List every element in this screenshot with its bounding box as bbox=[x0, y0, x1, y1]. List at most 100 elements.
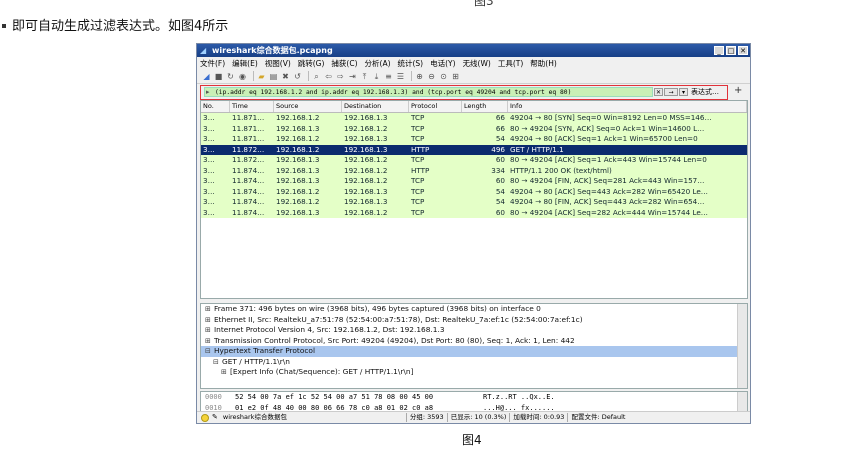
details-scrollbar[interactable] bbox=[737, 304, 747, 388]
packet-row[interactable]: 3… 11.874… 192.168.1.2 192.168.1.3 TCP 54 4920… bbox=[201, 197, 747, 208]
column-time[interactable]: Time bbox=[230, 101, 274, 112]
cell-source: 192.168.1.3 bbox=[276, 165, 320, 175]
filter-history-dropdown[interactable]: ▾ bbox=[679, 88, 688, 96]
hex-ascii[interactable]: @)....GE T / HTTP bbox=[483, 424, 683, 425]
column-length[interactable]: Length bbox=[462, 101, 508, 112]
capture-options-icon[interactable]: ◉ bbox=[238, 72, 247, 81]
packet-row[interactable]: 3… 11.874… 192.168.1.3 192.168.1.2 TCP 60 80 →… bbox=[201, 176, 747, 187]
menu-edit[interactable]: 编辑(E) bbox=[232, 58, 258, 69]
apply-filter-button[interactable]: → bbox=[664, 88, 678, 96]
expert-info-icon[interactable] bbox=[201, 413, 209, 422]
cell-no: 3… bbox=[203, 123, 215, 133]
packet-row[interactable]: 3… 11.874… 192.168.1.2 192.168.1.3 TCP 54 4920… bbox=[201, 186, 747, 197]
menu-help[interactable]: 帮助(H) bbox=[530, 58, 557, 69]
expand-toggle-icon[interactable]: ⊞ bbox=[205, 315, 212, 326]
find-packet-icon[interactable]: ⌕ bbox=[312, 72, 321, 81]
hex-bytes[interactable]: 52 54 00 7a ef 1c 52 54 00 a7 51 78 08 0… bbox=[235, 392, 483, 403]
hex-bytes[interactable]: 40 29 f3 94 00 00 47 45 54 20 2f 20 48 5… bbox=[235, 424, 483, 425]
resize-columns-icon[interactable]: ⊞ bbox=[451, 72, 460, 81]
cell-protocol: TCP bbox=[411, 134, 425, 143]
packet-row[interactable]: 3… 11.872… 192.168.1.2 192.168.1.3 HTTP 496 GE… bbox=[201, 144, 747, 155]
cell-no: 3… bbox=[203, 144, 215, 154]
cell-destination: 192.168.1.3 bbox=[344, 186, 388, 196]
bookmark-icon[interactable]: ▸ bbox=[206, 88, 210, 96]
cell-protocol: TCP bbox=[411, 123, 425, 133]
hex-offset[interactable]: 0000 bbox=[201, 392, 235, 403]
column-info[interactable]: Info bbox=[508, 101, 747, 112]
go-back-icon[interactable]: ⇦ bbox=[324, 72, 333, 81]
hex-ascii[interactable]: RT.z..RT ..Qx..E. bbox=[483, 392, 683, 403]
expand-toggle-icon[interactable]: ⊞ bbox=[221, 367, 228, 378]
cell-length: 334 bbox=[491, 165, 505, 175]
detail-row[interactable]: ⊞ Ethernet II, Src: RealtekU_a7:51:78 (52… bbox=[201, 315, 747, 326]
expand-toggle-icon[interactable]: ⊟ bbox=[213, 357, 220, 368]
menu-telephony[interactable]: 电话(Y) bbox=[430, 58, 455, 69]
zoom-out-icon[interactable]: ⊖ bbox=[427, 72, 436, 81]
menu-capture[interactable]: 捕获(C) bbox=[331, 58, 357, 69]
autoscroll-icon[interactable]: ≡ bbox=[384, 72, 393, 81]
cell-destination: 192.168.1.2 bbox=[344, 207, 388, 217]
status-profile[interactable]: 配置文件: Default bbox=[571, 412, 625, 423]
normal-size-icon[interactable]: ⊙ bbox=[439, 72, 448, 81]
menu-tools[interactable]: 工具(T) bbox=[498, 58, 523, 69]
status-load-time: 加载时间: 0:0.93 bbox=[513, 413, 565, 421]
maximize-button[interactable]: □ bbox=[726, 46, 736, 55]
display-filter-input[interactable]: (ip.addr eq 192.168.1.2 and ip.addr eq 1… bbox=[204, 87, 653, 97]
expand-toggle-icon[interactable]: ⊞ bbox=[205, 304, 212, 315]
status-file: wireshark综合数据包 bbox=[222, 413, 287, 421]
menu-go[interactable]: 跳转(G) bbox=[298, 58, 325, 69]
menu-view[interactable]: 视图(V) bbox=[265, 58, 291, 69]
packet-row[interactable]: 3… 11.874… 192.168.1.3 192.168.1.2 TCP 60 80 →… bbox=[201, 207, 747, 218]
packet-row[interactable]: 3… 11.871… 192.168.1.3 192.168.1.2 TCP 66 80 →… bbox=[201, 123, 747, 134]
cell-length: 60 bbox=[495, 207, 505, 217]
edit-comment-icon[interactable]: ✎ bbox=[212, 412, 218, 423]
detail-row[interactable]: ⊟ Hypertext Transfer Protocol bbox=[201, 346, 747, 357]
menu-statistics[interactable]: 统计(S) bbox=[398, 58, 424, 69]
column-protocol[interactable]: Protocol bbox=[409, 101, 462, 112]
stop-capture-icon[interactable]: ■ bbox=[214, 72, 223, 81]
zoom-in-icon[interactable]: ⊕ bbox=[415, 72, 424, 81]
cell-length: 60 bbox=[495, 155, 505, 164]
expression-button[interactable]: 表达式… bbox=[691, 88, 719, 96]
expand-toggle-icon[interactable]: ⊞ bbox=[205, 325, 212, 336]
column-source[interactable]: Source bbox=[274, 101, 342, 112]
packet-row[interactable]: 3… 11.874… 192.168.1.3 192.168.1.2 HTTP 334 HT… bbox=[201, 165, 747, 176]
add-filter-button[interactable]: + bbox=[734, 85, 742, 96]
go-to-packet-icon[interactable]: ⇥ bbox=[348, 72, 357, 81]
open-file-icon[interactable]: ▰ bbox=[257, 72, 266, 81]
detail-row[interactable]: ⊞ Internet Protocol Version 4, Src: 192.1… bbox=[201, 325, 747, 336]
colorize-icon[interactable]: ☰ bbox=[396, 72, 405, 81]
packet-list-header: No. Time Source Destination Protocol Len… bbox=[201, 101, 747, 113]
restart-capture-icon[interactable]: ↻ bbox=[226, 72, 235, 81]
detail-row[interactable]: ⊞ Transmission Control Protocol, Src Port… bbox=[201, 336, 747, 347]
cell-destination: 192.168.1.2 bbox=[344, 176, 388, 185]
first-packet-icon[interactable]: ⤒ bbox=[360, 72, 369, 81]
menu-analyze[interactable]: 分析(A) bbox=[365, 58, 391, 69]
column-destination[interactable]: Destination bbox=[342, 101, 409, 112]
column-no[interactable]: No. bbox=[201, 101, 230, 112]
save-file-icon[interactable]: ▤ bbox=[269, 72, 278, 81]
expand-toggle-icon[interactable]: ⊞ bbox=[205, 336, 212, 347]
detail-row[interactable]: ⊞ Frame 371: 496 bytes on wire (3968 bits… bbox=[201, 304, 747, 315]
cell-destination: 192.168.1.2 bbox=[344, 165, 388, 175]
packet-row[interactable]: 3… 11.871… 192.168.1.2 192.168.1.3 TCP 54 4920… bbox=[201, 134, 747, 145]
last-packet-icon[interactable]: ⤓ bbox=[372, 72, 381, 81]
packet-details: ⊞ Frame 371: 496 bytes on wire (3968 bits… bbox=[200, 303, 748, 389]
packet-row[interactable]: 3… 11.872… 192.168.1.3 192.168.1.2 TCP 60 80 →… bbox=[201, 155, 747, 166]
go-forward-icon[interactable]: ⇨ bbox=[336, 72, 345, 81]
minimize-button[interactable]: _ bbox=[714, 46, 724, 55]
cell-source: 192.168.1.3 bbox=[276, 155, 320, 164]
expand-toggle-icon[interactable]: ⊟ bbox=[205, 346, 212, 357]
hex-offset[interactable]: 0030 bbox=[201, 424, 235, 425]
menu-wireless[interactable]: 无线(W) bbox=[463, 58, 491, 69]
detail-row[interactable]: ⊞ [Expert Info (Chat/Sequence): GET / HTT… bbox=[201, 367, 747, 378]
menu-file[interactable]: 文件(F) bbox=[200, 58, 225, 69]
close-file-icon[interactable]: ✖ bbox=[281, 72, 290, 81]
display-filter-bar: (ip.addr eq 192.168.1.2 and ip.addr eq 1… bbox=[197, 84, 750, 100]
detail-row[interactable]: ⊟ GET / HTTP/1.1\r\n bbox=[201, 357, 747, 368]
close-button[interactable]: ✕ bbox=[738, 46, 748, 55]
start-capture-icon[interactable]: ◢ bbox=[202, 72, 211, 81]
reload-icon[interactable]: ↺ bbox=[293, 72, 302, 81]
packet-row[interactable]: 3… 11.871… 192.168.1.2 192.168.1.3 TCP 66 4920… bbox=[201, 113, 747, 124]
clear-filter-button[interactable]: ✕ bbox=[654, 88, 663, 96]
